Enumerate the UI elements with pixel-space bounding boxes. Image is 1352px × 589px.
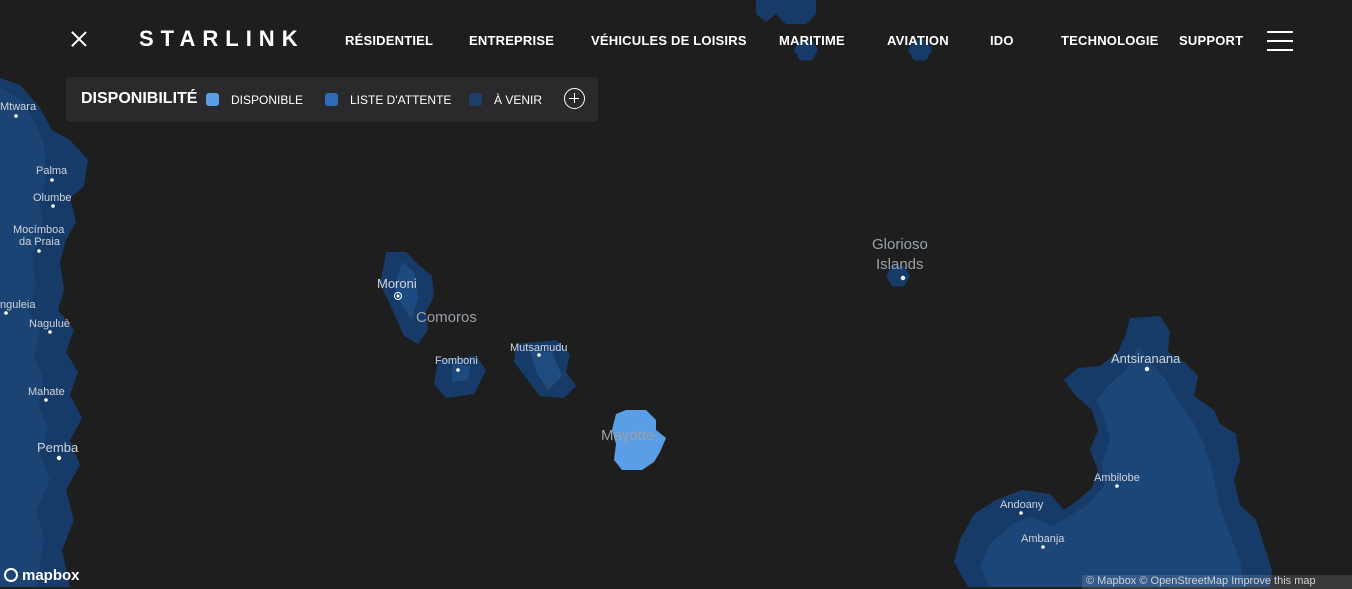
label-fomboni: Fomboni bbox=[435, 355, 478, 367]
availability-legend: DISPONIBILITÉ DISPONIBLE LISTE D'ATTENTE… bbox=[66, 77, 598, 122]
label-moroni: Moroni bbox=[377, 276, 417, 291]
label-antsiranana: Antsiranana bbox=[1111, 351, 1181, 366]
label-mocimboa-1: Mocímboa bbox=[13, 224, 65, 236]
legend-item-available: DISPONIBLE bbox=[206, 93, 303, 107]
label-mutsamudu: Mutsamudu bbox=[510, 342, 567, 354]
legend-label-coming-soon: À VENIR bbox=[494, 93, 543, 107]
label-comoros: Comoros bbox=[416, 309, 477, 326]
nav-maritime[interactable]: MARITIME bbox=[779, 33, 845, 48]
legend-item-coming-soon: À VENIR bbox=[469, 93, 542, 107]
swatch-waitlist bbox=[325, 93, 338, 106]
label-glorioso-1: Glorioso bbox=[872, 236, 928, 253]
expand-legend-button[interactable] bbox=[564, 88, 585, 109]
mapbox-icon bbox=[4, 568, 18, 582]
nav-residentiel[interactable]: RÉSIDENTIEL bbox=[345, 33, 433, 48]
swatch-coming-soon bbox=[469, 93, 482, 106]
label-ingoleia: ngulеia bbox=[0, 299, 36, 311]
label-glorioso-2: Islands bbox=[876, 256, 924, 273]
swatch-available bbox=[206, 93, 219, 106]
legend-title: DISPONIBILITÉ bbox=[81, 90, 198, 107]
label-ambanja: Ambanja bbox=[1021, 533, 1065, 545]
label-andoany: Andoany bbox=[1000, 499, 1044, 511]
label-mtwara: Mtwara bbox=[0, 101, 37, 113]
nav-entreprise[interactable]: ENTREPRISE bbox=[469, 33, 554, 48]
label-ambilobe: Ambilobe bbox=[1094, 472, 1140, 484]
nav-support[interactable]: SUPPORT bbox=[1179, 33, 1243, 48]
legend-label-available: DISPONIBLE bbox=[231, 93, 304, 107]
nav-vehicules-de-loisirs[interactable]: VÉHICULES DE LOISIRS bbox=[591, 33, 747, 48]
label-mocimboa-2: da Praia bbox=[19, 236, 61, 248]
mapbox-wordmark: mapbox bbox=[22, 567, 80, 584]
label-pemba: Pemba bbox=[37, 440, 79, 455]
legend-label-waitlist: LISTE D'ATTENTE bbox=[350, 93, 452, 107]
label-nagulue: Naguluè bbox=[29, 318, 70, 330]
label-mayotte: Mayotte bbox=[601, 427, 654, 444]
nav-ido[interactable]: IDO bbox=[990, 33, 1014, 48]
label-olumbe: Olumbe bbox=[33, 192, 72, 204]
starlink-logo[interactable]: STARLINK bbox=[139, 26, 305, 52]
menu-icon[interactable] bbox=[1267, 31, 1293, 51]
legend-item-waitlist: LISTE D'ATTENTE bbox=[325, 93, 451, 107]
label-palma: Palma bbox=[36, 165, 68, 177]
label-mahate: Mahate bbox=[28, 386, 65, 398]
nav-aviation[interactable]: AVIATION bbox=[887, 33, 949, 48]
close-icon[interactable] bbox=[66, 26, 92, 52]
mapbox-logo[interactable]: mapbox bbox=[4, 567, 80, 584]
nav-technologie[interactable]: TECHNOLOGIE bbox=[1061, 33, 1159, 48]
